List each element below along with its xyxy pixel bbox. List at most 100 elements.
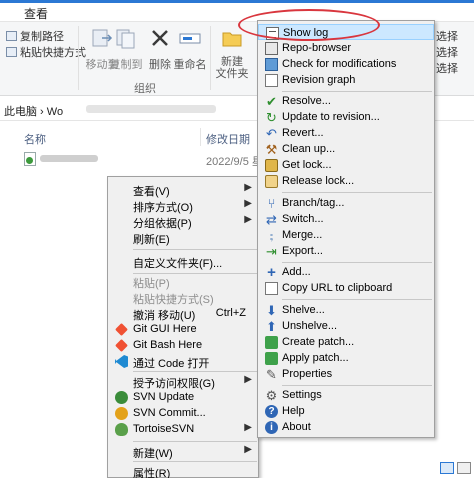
copy-path-button[interactable]: 复制路径 [6, 28, 64, 44]
details-view-icon[interactable] [440, 462, 454, 474]
cleanup-icon: ⚒ [265, 142, 278, 157]
menu-item-create-patch[interactable]: Create patch... [258, 334, 434, 350]
menu-separator [282, 91, 432, 92]
ribbon-tab-view[interactable]: 查看 [24, 5, 48, 22]
address-path: 此电脑 › Wo [4, 106, 64, 118]
menu-item-undo-move[interactable]: 撤消 移动(U) Ctrl+Z [108, 305, 258, 322]
menu-item-repo-browser[interactable]: Repo-browser [258, 40, 434, 56]
rename-icon [179, 33, 201, 44]
menu-separator [282, 192, 432, 193]
properties-icon: ✎ [266, 367, 277, 382]
menu-item-git-gui[interactable]: Git GUI Here [108, 321, 258, 337]
paste-shortcut-button[interactable]: 粘贴快捷方式 [6, 44, 86, 60]
menu-item-export[interactable]: ⇥ Export... [258, 243, 434, 259]
menu-item-properties[interactable]: 属性(R) [108, 463, 258, 478]
git-icon [115, 339, 128, 352]
repo-browser-icon [265, 42, 278, 55]
ribbon-divider [78, 26, 79, 90]
ribbon-divider [210, 26, 211, 90]
address-path-redacted [86, 105, 216, 113]
menu-item-show-log[interactable]: Show log [258, 24, 434, 40]
menu-item-grant-access[interactable]: 授予访问权限(G) ▶ [108, 373, 258, 390]
menu-item-git-bash[interactable]: Git Bash Here [108, 337, 258, 353]
menu-item-check-modifications[interactable]: Check for modifications [258, 56, 434, 72]
select-none-button[interactable]: 选择 [436, 44, 458, 60]
settings-icon: ⚙ [265, 388, 278, 403]
paste-shortcut-icon [6, 47, 17, 57]
menu-item-add[interactable]: + Add... [258, 264, 434, 280]
context-menu: 查看(V) ▶ 排序方式(O) ▶ 分组依据(P) ▶ 刷新(E) 自定义文件夹… [107, 176, 259, 478]
revision-graph-icon [265, 74, 278, 87]
large-icons-view-icon[interactable] [457, 462, 471, 474]
menu-item-refresh[interactable]: 刷新(E) [108, 229, 258, 246]
new-folder-button[interactable]: 新建 文件夹 [212, 26, 252, 80]
menu-item-clean-up[interactable]: ⚒ Clean up... [258, 141, 434, 157]
git-icon [115, 323, 128, 336]
title-bar: 查看 [0, 0, 474, 22]
menu-separator [282, 385, 432, 386]
menu-item-resolve[interactable]: ✔ Resolve... [258, 93, 434, 109]
menu-item-help[interactable]: ? Help [258, 403, 434, 419]
svn-update-icon [115, 391, 128, 404]
new-folder-icon [222, 32, 242, 47]
invert-selection-button[interactable]: 选择 [436, 60, 458, 76]
menu-item-release-lock[interactable]: Release lock... [258, 173, 434, 189]
menu-item-paste: 粘贴(P) [133, 278, 170, 290]
shelve-icon: ⬇ [266, 303, 277, 318]
menu-item-properties-svn[interactable]: ✎ Properties [258, 366, 434, 382]
menu-item-view[interactable]: 查看(V) ▶ [108, 181, 258, 198]
menu-item-shelve[interactable]: ⬇ Shelve... [258, 302, 434, 318]
menu-item-sort-by[interactable]: 排序方式(O) ▶ [108, 197, 258, 214]
group-organize-label: 组织 [134, 83, 156, 95]
merge-icon: ⨟ [269, 228, 274, 243]
menu-item-tortoisesvn[interactable]: TortoiseSVN ▶ [108, 421, 258, 437]
chevron-right-icon: ▶ [244, 422, 252, 433]
rename-button[interactable]: 重命名 [170, 26, 210, 72]
menu-item-copy-url[interactable]: Copy URL to clipboard [258, 280, 434, 296]
menu-item-settings[interactable]: ⚙ Settings [258, 387, 434, 403]
menu-item-paste-shortcut: 粘贴快捷方式(S) [133, 294, 214, 306]
menu-separator [133, 441, 257, 442]
check-modifications-icon [265, 58, 278, 71]
menu-item-branch-tag[interactable]: ⑂ Branch/tag... [258, 195, 434, 211]
copy-path-icon [6, 31, 17, 41]
copy-url-icon [265, 282, 278, 295]
chevron-right-icon: ▶ [244, 444, 252, 455]
log-icon [266, 27, 279, 40]
svn-commit-icon [115, 407, 128, 420]
menu-item-update-to-revision[interactable]: ↻ Update to revision... [258, 109, 434, 125]
menu-item-revert[interactable]: ↶ Revert... [258, 125, 434, 141]
menu-item-new[interactable]: 新建(W) ▶ [108, 443, 258, 460]
title-accent-strip [0, 0, 474, 3]
add-icon: + [267, 264, 276, 281]
select-all-button[interactable]: 选择 [436, 28, 458, 44]
menu-separator [133, 371, 257, 372]
unshelve-icon: ⬆ [266, 319, 277, 334]
menu-item-get-lock[interactable]: Get lock... [258, 157, 434, 173]
lock-icon [265, 159, 278, 172]
menu-item-revision-graph[interactable]: Revision graph [258, 72, 434, 88]
menu-separator [282, 299, 432, 300]
column-divider[interactable] [200, 128, 201, 146]
menu-item-apply-patch[interactable]: Apply patch... [258, 350, 434, 366]
menu-item-unshelve[interactable]: ⬆ Unshelve... [258, 318, 434, 334]
menu-item-merge[interactable]: ⨟ Merge... [258, 227, 434, 243]
tortoise-icon [115, 423, 128, 436]
menu-separator [133, 461, 257, 462]
menu-item-group-by[interactable]: 分组依据(P) ▶ [108, 213, 258, 230]
chevron-right-icon: ▶ [244, 198, 252, 209]
svn-file-icon [24, 152, 36, 166]
menu-item-svn-commit[interactable]: SVN Commit... [108, 405, 258, 421]
column-name[interactable]: 名称 [24, 131, 46, 147]
menu-item-switch[interactable]: ⇄ Switch... [258, 211, 434, 227]
menu-item-about[interactable]: i About [258, 419, 434, 435]
menu-separator [282, 262, 432, 263]
menu-separator [133, 249, 257, 250]
menu-item-open-with-code[interactable]: 通过 Code 打开 [108, 353, 258, 370]
menu-item-svn-update[interactable]: SVN Update [108, 389, 258, 405]
delete-icon [152, 30, 168, 46]
menu-item-customize-folder[interactable]: 自定义文件夹(F)... [108, 253, 258, 270]
resolve-icon: ✔ [266, 94, 277, 109]
apply-patch-icon [265, 352, 278, 365]
column-modified-date[interactable]: 修改日期 [206, 131, 250, 147]
